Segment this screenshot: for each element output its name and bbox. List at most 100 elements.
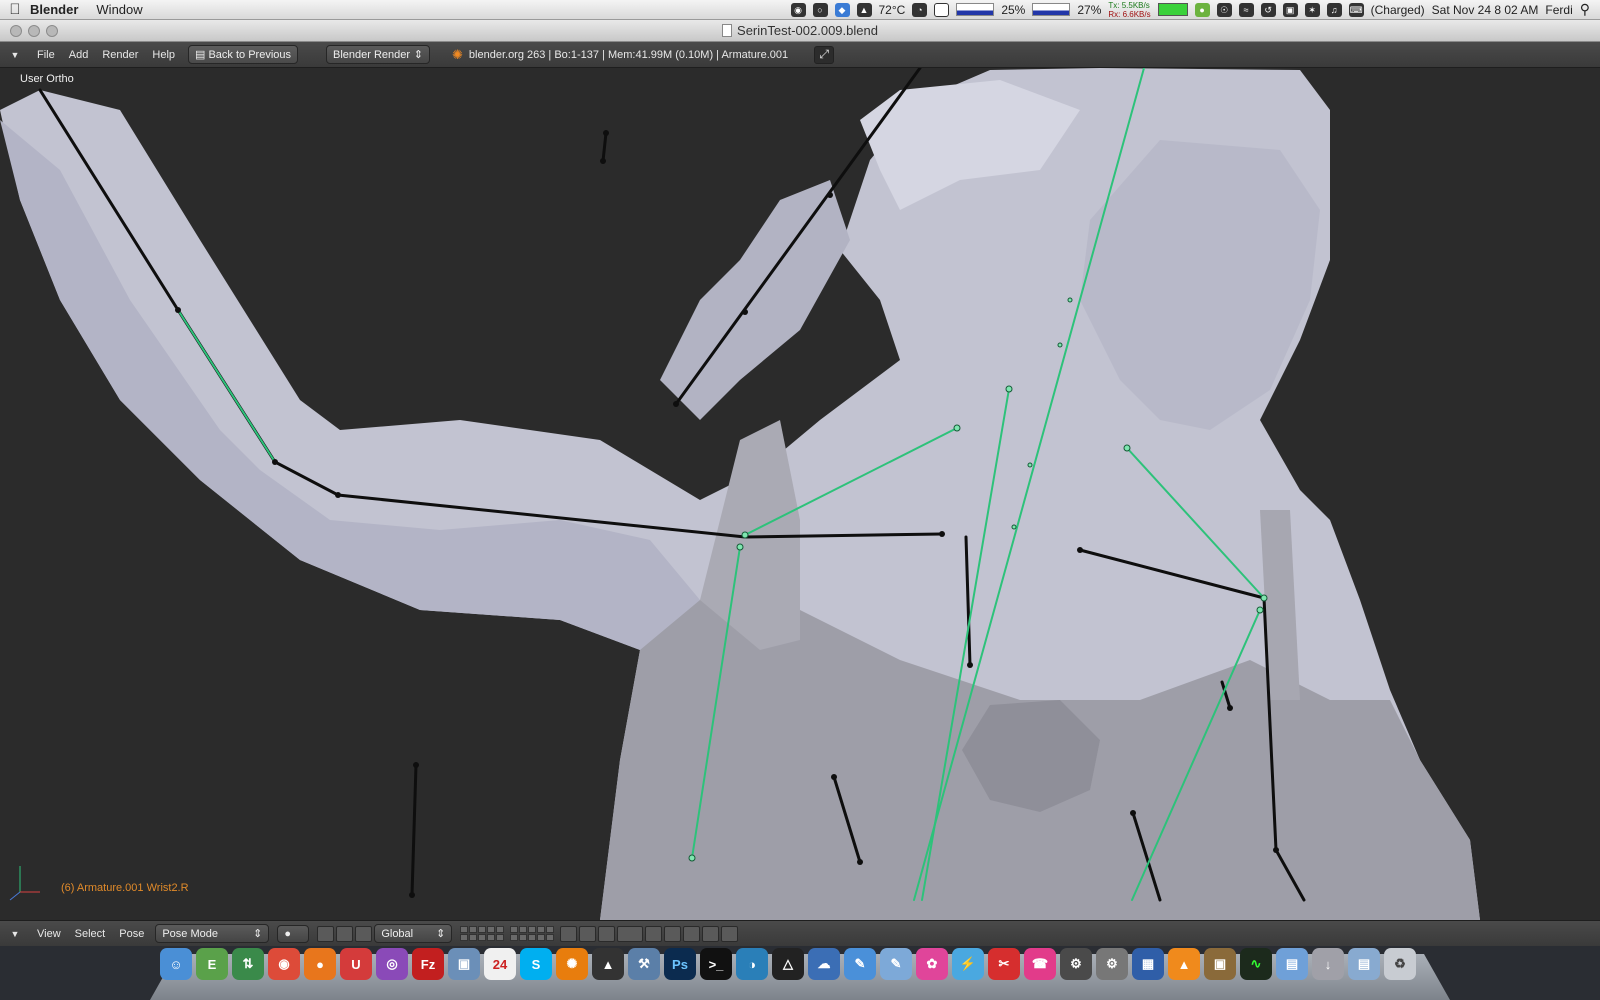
android-icon[interactable]: ● bbox=[1194, 2, 1210, 17]
editor-type-icon[interactable]: ▼ bbox=[0, 929, 30, 939]
cpu-usage-1[interactable]: 25% bbox=[1001, 3, 1025, 17]
pencil-icon[interactable]: ✎ bbox=[844, 948, 876, 980]
add-menu[interactable]: Add bbox=[62, 49, 96, 61]
paste-pose-icon[interactable] bbox=[702, 925, 720, 942]
window-icon[interactable] bbox=[934, 2, 950, 17]
documents-icon[interactable]: ▤ bbox=[1348, 948, 1380, 980]
drive-icon[interactable]: ▲ bbox=[856, 2, 872, 17]
shield-icon[interactable]: ◉ bbox=[790, 2, 806, 17]
render-icon[interactable] bbox=[645, 925, 663, 942]
layer-buttons[interactable] bbox=[460, 926, 505, 941]
preview-icon[interactable]: ▣ bbox=[448, 948, 480, 980]
layer-buttons-2[interactable] bbox=[510, 926, 555, 941]
script-icon[interactable]: ✎ bbox=[880, 948, 912, 980]
trash-icon[interactable]: ♻ bbox=[1384, 948, 1416, 980]
phone-icon[interactable]: ☎ bbox=[1024, 948, 1056, 980]
photos-icon[interactable]: ▣ bbox=[1204, 948, 1236, 980]
animation-icon[interactable] bbox=[664, 925, 682, 942]
firefox-icon[interactable]: ● bbox=[304, 948, 336, 980]
settings-icon[interactable]: ⚙ bbox=[1096, 948, 1128, 980]
vlc-icon[interactable]: ▲ bbox=[1168, 948, 1200, 980]
finder-icon[interactable]: ☺ bbox=[160, 948, 192, 980]
folder-icon[interactable]: ▤ bbox=[1276, 948, 1308, 980]
editor-type-icon[interactable]: ▼ bbox=[0, 50, 30, 60]
magnet-icon[interactable]: U bbox=[340, 948, 372, 980]
flash-icon[interactable]: ⚡ bbox=[952, 948, 984, 980]
network-icon[interactable]: ⇅ bbox=[232, 948, 264, 980]
spotlight-search-icon[interactable]: ⚲ bbox=[1580, 1, 1590, 18]
manipulator-icon[interactable] bbox=[336, 925, 354, 942]
copy-pose-icon[interactable] bbox=[683, 925, 701, 942]
web-icon[interactable]: ◎ bbox=[376, 948, 408, 980]
lock-layers-icon[interactable] bbox=[560, 925, 578, 942]
shading-select[interactable]: ● bbox=[277, 924, 310, 943]
volume-icon[interactable]: ♫ bbox=[1326, 2, 1342, 17]
zoom-window-icon[interactable] bbox=[46, 25, 58, 37]
vpn-icon[interactable]: ○ bbox=[812, 2, 828, 17]
time-machine-icon[interactable]: ↺ bbox=[1260, 2, 1276, 17]
cpu-graph-2[interactable] bbox=[1032, 3, 1071, 16]
mode-select[interactable]: Pose Mode ⇕ bbox=[155, 924, 270, 943]
wireshark-icon[interactable]: ☁ bbox=[808, 948, 840, 980]
apple-menu-icon[interactable]:  bbox=[0, 1, 30, 18]
dropbox-icon[interactable]: ◆ bbox=[834, 2, 850, 17]
photoshop-icon[interactable]: Ps bbox=[664, 948, 696, 980]
temperature-readout[interactable]: 72°C bbox=[879, 3, 906, 17]
pivot-icon[interactable] bbox=[317, 925, 335, 942]
network-readout[interactable]: Tx: 5.5KB/s Rx: 6.6KB/s bbox=[1108, 1, 1150, 19]
transform-axes-icon[interactable] bbox=[355, 925, 373, 942]
cpu-usage-2[interactable]: 27% bbox=[1077, 3, 1101, 17]
fullscreen-icon[interactable]: ⤢ bbox=[814, 45, 835, 64]
help-menu[interactable]: Help bbox=[145, 49, 182, 61]
inkscape-icon[interactable]: ▲ bbox=[592, 948, 624, 980]
minimize-window-icon[interactable] bbox=[28, 25, 40, 37]
battery-status[interactable]: (Charged) bbox=[1371, 3, 1425, 17]
window-menu[interactable]: Window bbox=[96, 2, 142, 17]
back-to-previous-button[interactable]: ▤ Back to Previous bbox=[188, 45, 299, 64]
select-menu[interactable]: Select bbox=[68, 928, 113, 940]
terminal-icon[interactable]: >_ bbox=[700, 948, 732, 980]
calendar-icon[interactable]: 24 bbox=[484, 948, 516, 980]
wifi-icon[interactable]: ≈ bbox=[1238, 2, 1254, 17]
accessibility-icon[interactable]: ☉ bbox=[1216, 2, 1232, 17]
scissors-icon[interactable]: ✂ bbox=[988, 948, 1020, 980]
view-menu[interactable]: View bbox=[30, 928, 68, 940]
dock-icons: ☺ E ⇅ ◉ ● U ◎ Fz ▣ 24 S ✺ ▲ ⚒ Ps >_ ◑ △ … bbox=[160, 948, 1416, 980]
bluetooth-icon[interactable]: ✶ bbox=[1304, 2, 1320, 17]
screen-icon: ▤ bbox=[195, 49, 209, 61]
brain-icon[interactable]: ✿ bbox=[916, 948, 948, 980]
3d-viewport[interactable]: User Ortho (6) Armature.001 Wrist2.R bbox=[0, 68, 1600, 920]
chrome-icon[interactable]: ◉ bbox=[268, 948, 300, 980]
pose-copy-icon[interactable] bbox=[579, 925, 597, 942]
orientation-select[interactable]: Global ⇕ bbox=[374, 924, 453, 943]
skype-icon[interactable]: S bbox=[520, 948, 552, 980]
snap-icon[interactable] bbox=[598, 925, 616, 942]
cpu-graph-1[interactable] bbox=[956, 3, 995, 16]
display-icon[interactable]: ▣ bbox=[1282, 2, 1298, 17]
viewport-canvas[interactable] bbox=[0, 68, 1600, 920]
xcode-icon[interactable]: ⚒ bbox=[628, 948, 660, 980]
paste-flipped-icon[interactable] bbox=[721, 925, 739, 942]
app-menu[interactable]: Blender bbox=[30, 2, 78, 17]
user-menu[interactable]: Ferdi bbox=[1545, 3, 1572, 17]
blender-icon[interactable]: ✺ bbox=[556, 948, 588, 980]
globe-icon[interactable]: ◑ bbox=[736, 948, 768, 980]
file-menu[interactable]: File bbox=[30, 49, 62, 61]
downloads-icon[interactable]: ↓ bbox=[1312, 948, 1344, 980]
character-mesh[interactable] bbox=[0, 68, 1480, 920]
filezilla-icon[interactable]: Fz bbox=[412, 948, 444, 980]
close-window-icon[interactable] bbox=[10, 25, 22, 37]
gauge-icon[interactable]: ◔ bbox=[912, 2, 928, 17]
pose-menu[interactable]: Pose bbox=[112, 928, 151, 940]
input-source-icon[interactable]: ⌨ bbox=[1348, 2, 1364, 17]
steam-icon[interactable]: ⚙ bbox=[1060, 948, 1092, 980]
unity-icon[interactable]: △ bbox=[772, 948, 804, 980]
battery-meter-icon[interactable] bbox=[1157, 3, 1188, 16]
clock[interactable]: Sat Nov 24 8 02 AM bbox=[1432, 3, 1539, 17]
snap-target-icon[interactable] bbox=[617, 925, 644, 942]
render-menu[interactable]: Render bbox=[95, 49, 145, 61]
calculator-icon[interactable]: ▦ bbox=[1132, 948, 1164, 980]
evernote-icon[interactable]: E bbox=[196, 948, 228, 980]
activity-icon[interactable]: ∿ bbox=[1240, 948, 1272, 980]
render-engine-select[interactable]: Blender Render ⇕ bbox=[326, 45, 431, 64]
